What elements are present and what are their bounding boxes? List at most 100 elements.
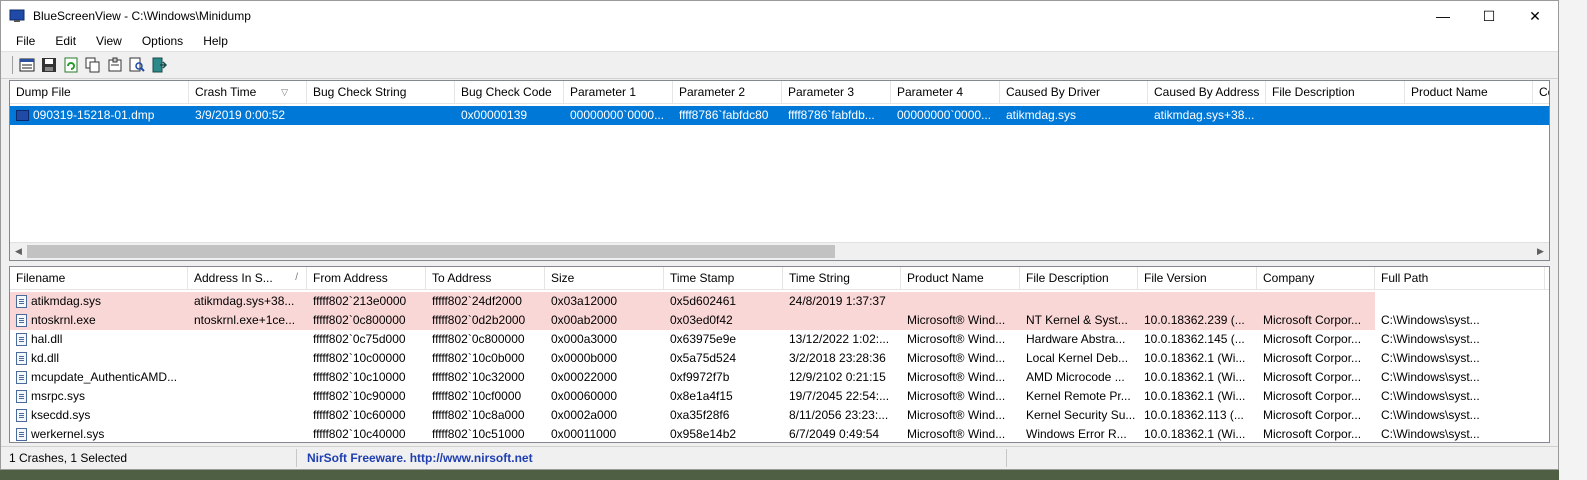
product-name-cell: Microsoft® Wind... (907, 408, 1006, 422)
scrollbar-thumb[interactable] (27, 245, 835, 258)
find-icon[interactable] (126, 55, 148, 75)
column-header-caused-by-address[interactable]: Caused By Address (1148, 81, 1266, 103)
column-header-time-string[interactable]: Time String (783, 267, 901, 289)
module-row[interactable]: msrpc.sys fffff802`10c90000 fffff802`10cf0… (10, 387, 1549, 406)
column-header-from-address[interactable]: From Address (307, 267, 426, 289)
nirsoft-link[interactable]: NirSoft Freeware. http://www.nirsoft.net (297, 449, 1007, 467)
crash-row[interactable]: 090319-15218-01.dmp 3/9/2019 0:00:52 0x0… (10, 106, 1549, 125)
from-address-cell: fffff802`213e0000 (307, 292, 426, 311)
column-header-file-version[interactable]: File Version (1138, 267, 1257, 289)
full-path-cell: C:\Windows\syst... (1381, 408, 1480, 422)
maximize-button[interactable]: ☐ (1466, 1, 1512, 31)
column-header-size[interactable]: Size (545, 267, 664, 289)
crash-list-pane[interactable]: Dump File Crash Time ▽ Bug Check String B… (9, 80, 1550, 261)
column-header-dump-file[interactable]: Dump File (10, 81, 189, 103)
column-header-caused-by-driver[interactable]: Caused By Driver (1000, 81, 1148, 103)
file-description-cell: Local Kernel Deb... (1026, 351, 1129, 365)
module-rows: atikmdag.sys atikmdag.sys+38... fffff802`2… (10, 292, 1549, 442)
time-stamp-cell: 0x63975e9e (670, 332, 737, 346)
column-header-product-name[interactable]: Product Name (1405, 81, 1533, 103)
module-row[interactable]: ksecdd.sys fffff802`10c60000 fffff802`10c8… (10, 406, 1549, 425)
column-header-to-address[interactable]: To Address (426, 267, 545, 289)
module-file-icon (16, 371, 27, 384)
file-version-cell: 10.0.18362.1 (Wi... (1144, 370, 1246, 384)
module-list-pane[interactable]: Filename Address In S... / From Address T… (9, 266, 1550, 443)
toolbar (1, 52, 1558, 79)
column-header-parameter-1[interactable]: Parameter 1 (564, 81, 673, 103)
scroll-left-arrow-icon[interactable]: ◀ (10, 243, 27, 260)
minimize-button[interactable]: — (1420, 1, 1466, 31)
close-button[interactable]: ✕ (1512, 1, 1558, 31)
save-icon[interactable] (38, 55, 60, 75)
toolbar-separator (12, 56, 13, 74)
column-header-company[interactable]: Company (1257, 267, 1375, 289)
refresh-icon[interactable] (60, 55, 82, 75)
column-header-bug-check-code[interactable]: Bug Check Code (455, 81, 564, 103)
sort-indicator-icon: / (295, 272, 298, 283)
column-header-product-name[interactable]: Product Name (901, 267, 1020, 289)
file-description-cell: AMD Microcode ... (1026, 370, 1125, 384)
module-row[interactable]: hal.dll fffff802`0c75d000 fffff802`0c80000… (10, 330, 1549, 349)
column-header-full-path[interactable]: Full Path (1375, 267, 1545, 289)
size-cell: 0x00ab2000 (545, 311, 664, 330)
to-address-cell: fffff802`10c32000 (432, 370, 525, 384)
product-name-cell: Microsoft® Wind... (907, 389, 1006, 403)
to-address-cell: fffff802`0c800000 (432, 332, 525, 346)
parameter-4-cell: 00000000`0000... (897, 108, 992, 122)
module-row[interactable]: mcupdate_AuthenticAMD... fffff802`10c1000… (10, 368, 1549, 387)
size-cell: 0x00011000 (551, 427, 617, 441)
company-cell: Microsoft Corpor... (1263, 427, 1362, 441)
menu-edit[interactable]: Edit (45, 34, 86, 48)
menu-file[interactable]: File (6, 34, 45, 48)
column-header-parameter-3[interactable]: Parameter 3 (782, 81, 891, 103)
module-row[interactable]: werkernel.sys fffff802`10c40000 fffff802`1… (10, 425, 1549, 442)
filename-cell: mcupdate_AuthenticAMD... (10, 368, 188, 387)
company-cell: Microsoft Corpor... (1263, 351, 1362, 365)
scroll-right-arrow-icon[interactable]: ▶ (1532, 243, 1549, 260)
filename-cell: atikmdag.sys (10, 292, 188, 311)
properties-icon[interactable] (16, 55, 38, 75)
menu-options[interactable]: Options (132, 34, 193, 48)
module-row[interactable]: ntoskrnl.exe ntoskrnl.exe+1ce... fffff802`… (10, 311, 1549, 330)
column-header-file-description[interactable]: File Description (1020, 267, 1138, 289)
column-header-bug-check-string[interactable]: Bug Check String (307, 81, 455, 103)
crash-list-header: Dump File Crash Time ▽ Bug Check String B… (10, 81, 1549, 104)
file-description-cell: NT Kernel & Syst... (1020, 311, 1138, 330)
module-row[interactable]: atikmdag.sys atikmdag.sys+38... fffff802`2… (10, 292, 1549, 311)
module-file-icon (16, 409, 27, 422)
column-header-parameter-4[interactable]: Parameter 4 (891, 81, 1000, 103)
column-header-parameter-2[interactable]: Parameter 2 (673, 81, 782, 103)
company-cell (1257, 292, 1375, 311)
copy-icon[interactable] (82, 55, 104, 75)
module-file-icon (16, 295, 27, 308)
time-stamp-cell: 0x5a75d524 (670, 351, 737, 365)
time-string-cell: 24/8/2019 1:37:37 (783, 292, 901, 311)
title-bar[interactable]: BlueScreenView - C:\Windows\Minidump — ☐… (1, 1, 1558, 31)
from-address-cell: fffff802`10c90000 (313, 389, 406, 403)
company-cell: Microsoft Corpor... (1263, 332, 1362, 346)
company-cell: Microsoft Corpor... (1257, 311, 1375, 330)
filename-text: msrpc.sys (31, 389, 85, 403)
file-description-cell: Kernel Remote Pr... (1026, 389, 1131, 403)
column-header-filename[interactable]: Filename (10, 267, 188, 289)
exit-icon[interactable] (148, 55, 170, 75)
column-header-time-stamp[interactable]: Time Stamp (664, 267, 783, 289)
advanced-options-icon[interactable] (104, 55, 126, 75)
column-header-address-in-stack[interactable]: Address In S... / (188, 267, 307, 289)
size-cell: 0x00022000 (551, 370, 618, 384)
address-in-stack-cell (188, 406, 307, 425)
menu-help[interactable]: Help (193, 34, 238, 48)
time-string-cell: 12/9/2102 0:21:15 (789, 370, 886, 384)
crash-list-horizontal-scrollbar[interactable]: ◀ ▶ (10, 242, 1549, 260)
file-version-cell: 10.0.18362.145 (... (1144, 332, 1245, 346)
product-name-cell: Microsoft® Wind... (907, 427, 1006, 441)
module-list-header: Filename Address In S... / From Address T… (10, 267, 1549, 290)
time-stamp-cell: 0x03ed0f42 (664, 311, 783, 330)
column-header-crash-time[interactable]: Crash Time ▽ (189, 81, 307, 103)
company-cell (1533, 106, 1549, 125)
column-header-company[interactable]: Com (1533, 81, 1549, 103)
column-header-file-description[interactable]: File Description (1266, 81, 1405, 103)
menu-view[interactable]: View (86, 34, 132, 48)
filename-cell: ksecdd.sys (10, 406, 188, 425)
module-row[interactable]: kd.dll fffff802`10c00000 fffff802`10c0b000… (10, 349, 1549, 368)
